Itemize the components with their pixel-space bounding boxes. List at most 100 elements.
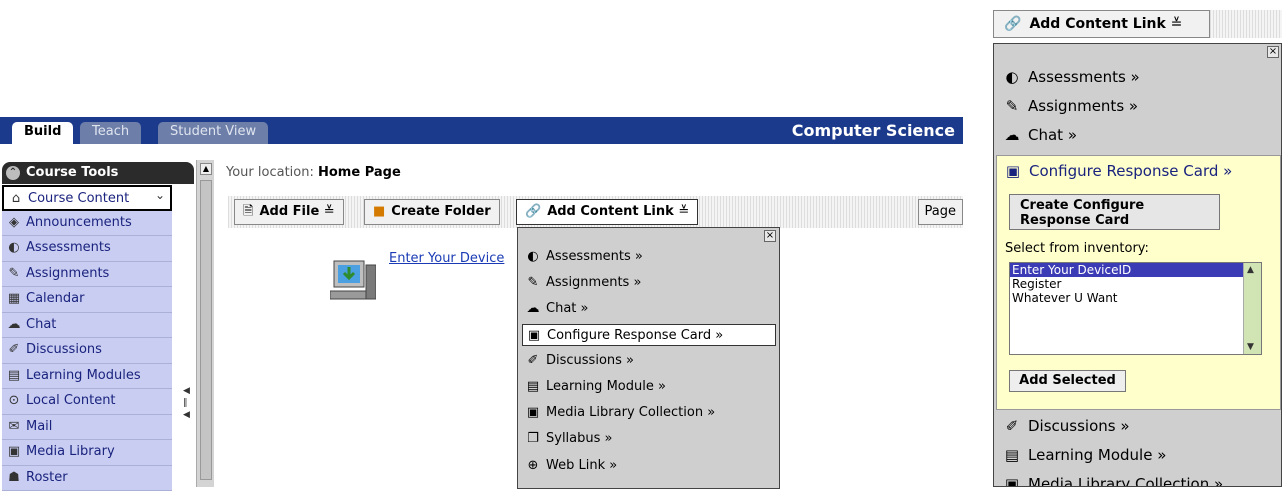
discussions-icon: ✐	[1002, 413, 1022, 439]
learning-modules-icon: ▤	[6, 364, 22, 388]
top-tab-bar: Build Teach Student View Computer Scienc…	[0, 117, 963, 144]
sidebar-item-chat[interactable]: ☁Chat	[2, 313, 172, 339]
zoom-menu-item-media-library-collection[interactable]: ▣Media Library Collection »	[1002, 471, 1223, 487]
sidebar-item-calendar[interactable]: ▦Calendar	[2, 287, 172, 313]
sidebar-item-course-content[interactable]: ⌂Course Content	[2, 185, 172, 211]
assignments-icon: ✎	[1002, 93, 1022, 119]
calendar-icon: ▦	[6, 287, 22, 311]
inventory-option[interactable]: Enter Your DeviceID	[1010, 263, 1261, 277]
collapse-sidebar-handle[interactable]: ◀‖◀	[183, 385, 190, 421]
zoom-add-content-link-button[interactable]: 🔗 Add Content Link ≚	[993, 10, 1210, 38]
menu-item-discussions[interactable]: ✐Discussions »	[524, 350, 634, 372]
sidebar-item-mail[interactable]: ✉Mail	[2, 415, 172, 441]
collapse-icon[interactable]: ⌃	[6, 166, 20, 180]
zoom-menu-item-learning-module[interactable]: ▤Learning Module »	[1002, 442, 1166, 468]
add-content-link-button[interactable]: 🔗Add Content Link ≚	[516, 199, 698, 225]
menu-item-chat[interactable]: ☁ Chat »	[524, 298, 588, 320]
inventory-listbox[interactable]: Enter Your DeviceIDRegisterWhatever U Wa…	[1009, 262, 1262, 355]
sidebar-item-assignments[interactable]: ✎Assignments	[2, 262, 172, 288]
listbox-scrollbar[interactable]: ▲ ▼	[1243, 263, 1261, 354]
sidebar-item-label: Local Content	[26, 393, 116, 408]
close-icon[interactable]: ×	[764, 230, 776, 242]
configure-response-card-panel: ▣Configure Response Card » Create Config…	[996, 155, 1281, 410]
sidebar-item-roster[interactable]: ☗Roster	[2, 466, 172, 491]
sidebar-item-label: Discussions	[26, 342, 102, 357]
learning-module-icon: ▤	[524, 376, 542, 398]
sidebar-item-discussions[interactable]: ✐ Discussions	[2, 338, 172, 364]
scroll-up-icon[interactable]: ▲	[1247, 265, 1254, 275]
content-link-icon: 🔗	[1004, 16, 1021, 32]
scroll-up-icon[interactable]: ▲	[200, 163, 212, 175]
assessments-icon: ◐	[524, 246, 542, 268]
zoom-menu-item-assessments[interactable]: ◐ Assessments »	[1002, 64, 1140, 90]
menu-item-configure-response-card[interactable]: ▣Configure Response Card »	[522, 324, 776, 346]
create-folder-button[interactable]: ■ Create Folder	[364, 199, 500, 225]
dropdown-arrow-icon: ≚	[1171, 16, 1183, 32]
menu-item-web-link[interactable]: ⊕Web Link »	[524, 455, 617, 477]
menu-item-label: Chat »	[546, 301, 588, 316]
add-selected-button[interactable]: Add Selected	[1009, 370, 1126, 392]
sidebar-scrollbar[interactable]: ▲	[196, 160, 214, 487]
menu-item-syllabus[interactable]: ❐Syllabus »	[524, 428, 613, 450]
sidebar-item-label: Mail	[26, 419, 52, 434]
course-title: Computer Science	[792, 121, 955, 140]
content-toolbar: 🗎Add File ≚ ■ Create Folder 🔗Add Content …	[228, 196, 963, 228]
menu-item-label: Discussions »	[546, 353, 634, 368]
tab-teach[interactable]: Teach	[80, 122, 141, 144]
inventory-option[interactable]: Whatever U Want	[1010, 291, 1261, 305]
media-library-icon: ▣	[6, 440, 22, 464]
sidebar-item-assessments[interactable]: ◐Assessments	[2, 236, 172, 262]
zoom-menu-item-label: Assignments »	[1028, 97, 1138, 115]
course-tools-header[interactable]: ⌃ Course Tools	[2, 162, 194, 184]
assessments-icon: ◐	[1002, 64, 1022, 90]
zoom-add-content-link-label: Add Content Link	[1029, 16, 1165, 32]
sidebar-item-label: Assignments	[26, 266, 109, 281]
learning-module-icon: ▤	[1002, 442, 1022, 468]
media-library-icon: ▣	[1002, 471, 1022, 487]
device-link[interactable]: Enter Your Device	[389, 251, 504, 266]
menu-item-assignments[interactable]: ✎Assignments »	[524, 272, 641, 294]
inventory-option[interactable]: Register	[1010, 277, 1261, 291]
menu-item-label: Learning Module »	[546, 379, 666, 394]
sidebar-item-media-library[interactable]: ▣Media Library	[2, 440, 172, 466]
chat-icon: ☁	[524, 298, 542, 320]
create-configure-response-card-button[interactable]: Create Configure Response Card	[1009, 194, 1220, 230]
content-link-icon: 🔗	[525, 204, 541, 219]
tab-student-view[interactable]: Student View	[158, 122, 268, 144]
discussions-icon: ✐	[6, 338, 22, 362]
zoom-menu-item-discussions[interactable]: ✐ Discussions »	[1002, 413, 1130, 439]
menu-item-learning-module[interactable]: ▤ Learning Module »	[524, 376, 666, 398]
zoom-menu-item-chat[interactable]: ☁Chat »	[1002, 122, 1077, 148]
page-button[interactable]: Page	[918, 199, 963, 225]
zoom-menu-item-label: Assessments »	[1028, 68, 1140, 86]
zoom-menu-item-label: Discussions »	[1028, 417, 1130, 435]
menu-item-media-library-collection[interactable]: ▣Media Library Collection »	[524, 402, 715, 424]
zoom-menu-item-assignments[interactable]: ✎ Assignments »	[1002, 93, 1138, 119]
chat-icon: ☁	[1002, 122, 1022, 148]
configure-response-card-label: Configure Response Card »	[1029, 162, 1232, 180]
course-tools-title: Course Tools	[26, 165, 118, 180]
sidebar-item-learning-modules[interactable]: ▤Learning Modules	[2, 364, 172, 390]
folder-icon: ■	[373, 204, 385, 219]
menu-item-label: Media Library Collection »	[546, 405, 715, 420]
chevron-down-icon[interactable]: ⌄	[155, 188, 165, 202]
add-file-button[interactable]: 🗎Add File ≚	[234, 199, 344, 225]
sidebar-item-label: Roster	[26, 470, 68, 485]
zoom-menu-panel: × ◐Assessments »✎Assignments »☁Chat » ▣C…	[993, 43, 1282, 487]
sidebar-item-local-content[interactable]: ⊙Local Content	[2, 389, 172, 415]
add-file-label: Add File	[259, 204, 319, 219]
add-content-link-menu: × ◐Assessments » ✎Assignments » ☁ Chat » ▣Co…	[517, 227, 780, 489]
create-folder-label: Create Folder	[391, 204, 490, 219]
course-tools-sidebar: ⌃ Course Tools ⌂Course Content◈Announceme…	[0, 160, 196, 487]
chat-icon: ☁	[6, 313, 22, 337]
scrollbar-thumb[interactable]	[200, 180, 212, 480]
menu-item-assessments[interactable]: ◐Assessments »	[524, 246, 643, 268]
location-page: Home Page	[318, 165, 401, 180]
computer-icon[interactable]	[330, 257, 376, 305]
tab-build[interactable]: Build	[12, 122, 73, 144]
scroll-down-icon[interactable]: ▼	[1247, 342, 1254, 352]
close-icon[interactable]: ×	[1267, 46, 1279, 58]
sidebar-item-announcements[interactable]: ◈Announcements	[2, 211, 172, 237]
configure-response-card-item[interactable]: ▣Configure Response Card »	[1003, 158, 1232, 184]
course-content-icon: ⌂	[8, 187, 24, 211]
